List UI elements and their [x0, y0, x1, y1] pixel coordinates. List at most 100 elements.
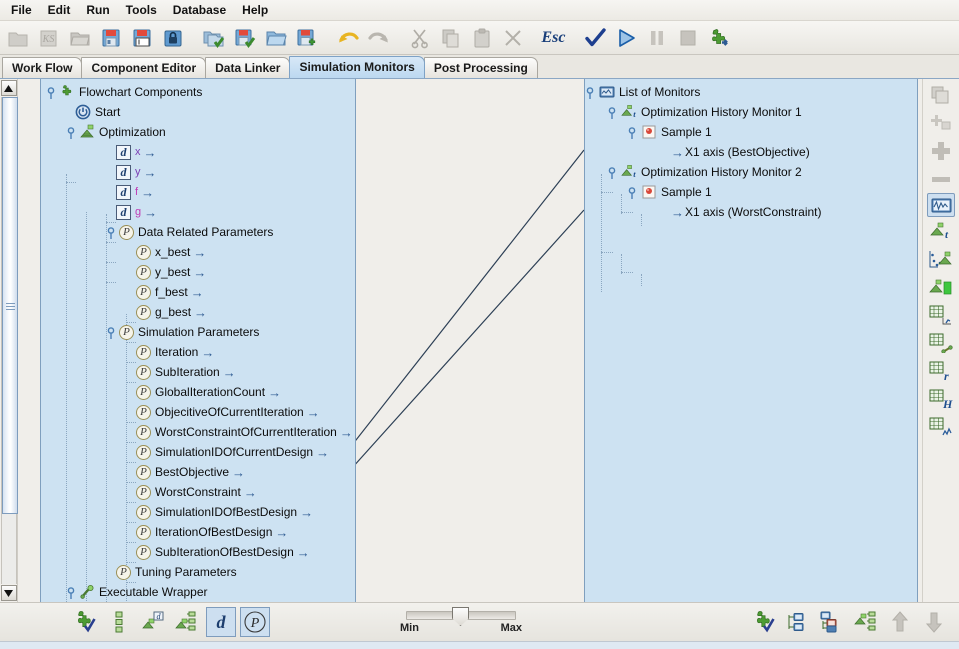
menu-database[interactable]: Database: [165, 1, 234, 19]
menu-file[interactable]: File: [3, 1, 40, 19]
save-add-icon[interactable]: [291, 23, 322, 53]
tree-node-optimization-history-monitor-1[interactable]: t Optimization History Monitor 1: [607, 102, 802, 122]
expand-handle-icon[interactable]: [47, 87, 59, 99]
open-checked-icon[interactable]: [198, 23, 229, 53]
list-view-icon[interactable]: [104, 607, 134, 637]
table-scatter-icon[interactable]: [926, 301, 956, 329]
p-filter-icon[interactable]: P: [240, 607, 270, 637]
tree-node-flowchart-components[interactable]: Flowchart Components: [47, 82, 202, 102]
optimization-history-icon[interactable]: t: [926, 217, 956, 245]
move-down-icon[interactable]: [919, 607, 949, 637]
scroll-up-arrow[interactable]: [0, 80, 17, 96]
tree-node-data-related-parameters[interactable]: P Data Related Parameters: [107, 222, 273, 242]
scroll-down-arrow[interactable]: [0, 585, 17, 601]
expand-handle-icon[interactable]: [107, 327, 119, 339]
tree-node-f[interactable]: d f →: [116, 182, 154, 202]
expand-handle-icon[interactable]: [585, 87, 599, 99]
menu-tools[interactable]: Tools: [118, 1, 165, 19]
tree-node-executable-wrapper[interactable]: Executable Wrapper: [67, 582, 208, 602]
expand-handle-icon[interactable]: [107, 227, 119, 239]
tree-node-list-of-monitors[interactable]: List of Monitors: [585, 82, 700, 102]
monitor-tree-icon[interactable]: [783, 607, 813, 637]
add-small-icon[interactable]: [926, 109, 956, 137]
save-icon[interactable]: [95, 23, 126, 53]
tree-node-optimization[interactable]: Optimization: [67, 122, 166, 142]
delete-icon[interactable]: [497, 23, 528, 53]
expand-handle-icon[interactable]: [67, 127, 79, 139]
tree-node-simulation-parameters[interactable]: P Simulation Parameters: [107, 322, 259, 342]
validate-monitor-icon[interactable]: [749, 607, 779, 637]
tree-node-simulationidofcurrentdesign[interactable]: P SimulationIDOfCurrentDesign →: [136, 442, 329, 462]
plugin-export-icon[interactable]: [703, 23, 734, 53]
scatter-monitor-icon[interactable]: [926, 245, 956, 273]
table-h-icon[interactable]: H: [926, 385, 956, 413]
undo-icon[interactable]: [332, 23, 363, 53]
open-folder-icon[interactable]: [64, 23, 95, 53]
menu-run[interactable]: Run: [78, 1, 117, 19]
tree-node-x1-axis-worstconstraint[interactable]: → X1 axis (WorstConstraint): [671, 202, 821, 222]
expand-handle-icon[interactable]: [627, 127, 641, 139]
tree-node-y-best[interactable]: P y_best →: [136, 262, 206, 282]
paste-icon[interactable]: [466, 23, 497, 53]
check-icon[interactable]: [579, 23, 610, 53]
monitor-canvas[interactable]: Flowchart Components Start Optimization …: [18, 79, 959, 602]
table-curve-icon[interactable]: [926, 413, 956, 441]
tree-node-worstconstraint[interactable]: P WorstConstraint →: [136, 482, 257, 502]
table-link-icon[interactable]: [926, 329, 956, 357]
redo-icon[interactable]: [363, 23, 394, 53]
new-script-icon[interactable]: KS: [33, 23, 64, 53]
tree-node-tuning-parameters[interactable]: P Tuning Parameters: [116, 562, 237, 582]
flowchart-components-panel[interactable]: Flowchart Components Start Optimization …: [40, 79, 356, 602]
tab-simulation-monitors[interactable]: Simulation Monitors: [289, 56, 425, 78]
lock-icon[interactable]: [157, 23, 188, 53]
scrollbar-thumb[interactable]: [1, 97, 18, 514]
tree-node-x[interactable]: d x →: [116, 142, 157, 162]
left-scrollbar[interactable]: [0, 79, 18, 602]
tree-node-globaliterationcount[interactable]: P GlobalIterationCount →: [136, 382, 281, 402]
d-filter-icon[interactable]: d: [206, 607, 236, 637]
tree-node-bestobjective[interactable]: P BestObjective →: [136, 462, 245, 482]
save-as-icon[interactable]: [126, 23, 157, 53]
tree-node-x-best[interactable]: P x_best →: [136, 242, 206, 262]
expand-handle-icon[interactable]: [67, 587, 79, 599]
save-checked-icon[interactable]: [229, 23, 260, 53]
tree-node-sample-1-b[interactable]: Sample 1: [627, 182, 712, 202]
open-folder-blue-icon[interactable]: [260, 23, 291, 53]
copy-icon[interactable]: [435, 23, 466, 53]
tree-node-f-best[interactable]: P f_best →: [136, 282, 204, 302]
tree-node-g[interactable]: d g →: [116, 202, 157, 222]
stop-icon[interactable]: [672, 23, 703, 53]
tree-node-simulationidofbestdesign[interactable]: P SimulationIDOfBestDesign →: [136, 502, 313, 522]
bar-monitor-icon[interactable]: [926, 273, 956, 301]
min-max-slider[interactable]: Min Max: [396, 607, 526, 634]
tab-post-processing[interactable]: Post Processing: [423, 57, 538, 78]
tab-work-flow[interactable]: Work Flow: [2, 57, 83, 78]
scrollbar-track[interactable]: [0, 97, 18, 584]
tab-data-linker[interactable]: Data Linker: [205, 57, 291, 78]
tree-node-optimization-history-monitor-2[interactable]: t Optimization History Monitor 2: [607, 162, 802, 182]
remove-icon[interactable]: [926, 165, 956, 193]
menu-edit[interactable]: Edit: [40, 1, 79, 19]
tree-expand-icon[interactable]: [172, 607, 202, 637]
expand-handle-icon[interactable]: [627, 187, 641, 199]
slider-track[interactable]: [406, 607, 516, 626]
tree-node-g-best[interactable]: P g_best →: [136, 302, 207, 322]
pause-icon[interactable]: [641, 23, 672, 53]
add-icon[interactable]: [926, 137, 956, 165]
tree-node-start[interactable]: Start: [75, 102, 120, 122]
copy-monitor-icon[interactable]: [926, 81, 956, 109]
tree-node-iteration[interactable]: P Iteration →: [136, 342, 214, 362]
menu-help[interactable]: Help: [234, 1, 276, 19]
tree-node-sample-1-a[interactable]: Sample 1: [627, 122, 712, 142]
move-up-icon[interactable]: [885, 607, 915, 637]
tree-node-objecitiveofcurrentiteration[interactable]: P ObjecitiveOfCurrentIteration →: [136, 402, 320, 422]
tree-node-worstconstraintofcurrentiteration[interactable]: P WorstConstraintOfCurrentIteration →: [136, 422, 353, 442]
validate-component-icon[interactable]: [70, 607, 100, 637]
signal-monitor-icon[interactable]: [927, 193, 955, 217]
expand-handle-icon[interactable]: [607, 107, 621, 119]
tree-data-icon[interactable]: d: [138, 607, 168, 637]
tab-component-editor[interactable]: Component Editor: [81, 57, 207, 78]
expand-handle-icon[interactable]: [607, 167, 621, 179]
monitor-expand-icon[interactable]: [851, 607, 881, 637]
esc-icon[interactable]: Esc: [538, 23, 569, 53]
